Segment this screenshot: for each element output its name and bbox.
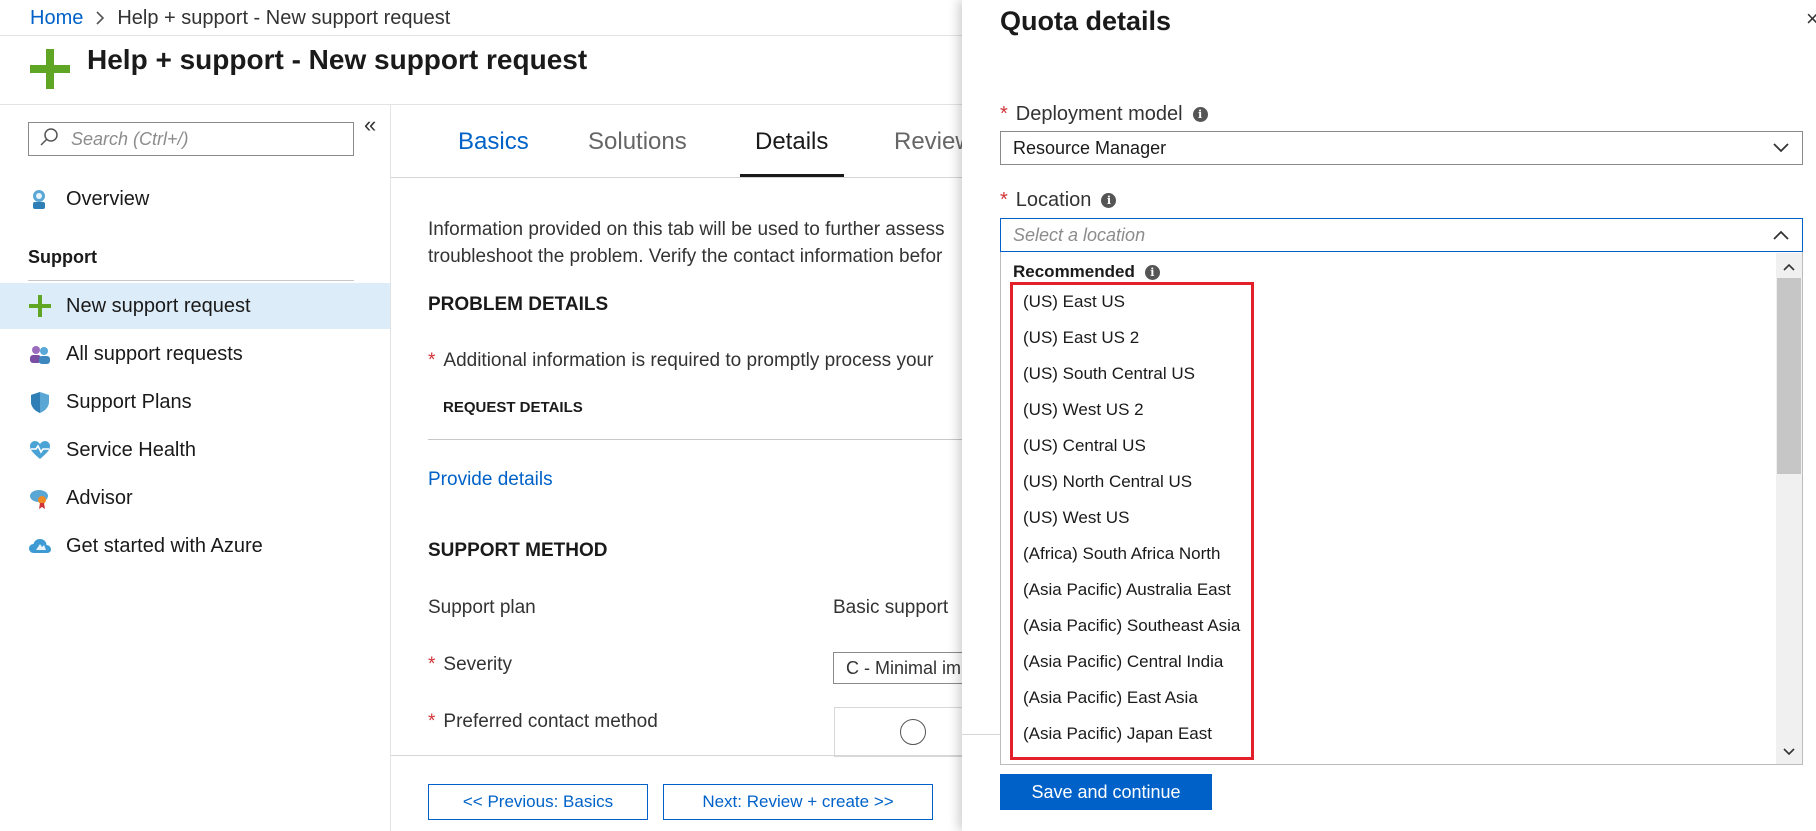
tab-review[interactable]: Review xyxy=(894,128,973,156)
scrollbar-thumb[interactable] xyxy=(1777,278,1801,474)
collapse-sidebar-button[interactable]: « xyxy=(364,112,376,138)
next-review-button[interactable]: Next: Review + create >> xyxy=(663,784,933,820)
problem-details-heading: PROBLEM DETAILS xyxy=(428,294,609,315)
search-input[interactable] xyxy=(71,128,341,150)
sidebar-search[interactable] xyxy=(28,122,354,156)
breadcrumb: Home Help + support - New support reques… xyxy=(30,6,450,30)
sidebar-item-label: Get started with Azure xyxy=(66,534,263,557)
advisor-icon xyxy=(28,486,52,510)
tab-basics[interactable]: Basics xyxy=(458,128,529,156)
sidebar-divider xyxy=(390,104,391,831)
intro-line-1: Information provided on this tab will be… xyxy=(428,219,945,240)
shield-icon xyxy=(28,390,52,414)
info-icon[interactable]: i xyxy=(1192,107,1208,122)
sidebar-item-advisor[interactable]: Advisor xyxy=(0,475,390,521)
chevron-down-icon xyxy=(1772,138,1790,159)
location-select[interactable]: Select a location xyxy=(1000,218,1803,252)
required-asterisk: * xyxy=(428,350,436,371)
tabs-divider xyxy=(391,177,962,178)
tab-details[interactable]: Details xyxy=(755,128,828,156)
sidebar-item-support-plans[interactable]: Support Plans xyxy=(0,379,390,425)
intro-line-2: troubleshoot the problem. Verify the con… xyxy=(428,246,943,267)
scroll-up-icon[interactable] xyxy=(1776,255,1802,279)
severity-label: * Severity xyxy=(428,654,513,675)
plus-icon xyxy=(28,294,52,318)
severity-select[interactable]: C - Minimal im xyxy=(833,652,973,684)
sidebar-item-new-support-request[interactable]: New support request xyxy=(0,283,390,329)
plus-icon xyxy=(28,47,72,91)
sidebar-item-label: Service Health xyxy=(66,438,197,461)
chevron-right-icon xyxy=(95,11,105,25)
save-and-continue-button[interactable]: Save and continue xyxy=(1000,774,1212,810)
intro-text: Information provided on this tab will be… xyxy=(428,216,962,270)
additional-info-text: * Additional information is required to p… xyxy=(428,350,934,371)
breadcrumb-current: Help + support - New support request xyxy=(117,6,451,29)
provide-details-link[interactable]: Provide details xyxy=(428,469,553,491)
support-plan-value: Basic support xyxy=(833,597,949,618)
location-label: * Location i xyxy=(1000,189,1117,212)
breadcrumb-home-link[interactable]: Home xyxy=(30,7,83,30)
sidebar-item-label: New support request xyxy=(66,294,251,317)
panel-footer-divider xyxy=(962,734,1000,735)
sidebar-section-heading: Support xyxy=(28,247,97,267)
contact-method-option[interactable] xyxy=(834,707,964,757)
required-asterisk: * xyxy=(1000,189,1008,211)
top-divider xyxy=(0,35,962,36)
sidebar-item-label: Support Plans xyxy=(66,390,192,413)
required-asterisk: * xyxy=(1000,103,1008,125)
scroll-down-icon[interactable] xyxy=(1776,740,1802,764)
recommended-group-header: Recommended i xyxy=(1013,262,1160,282)
sidebar-item-label: All support requests xyxy=(66,342,243,365)
deployment-model-label: * Deployment model i xyxy=(1000,103,1208,126)
sidebar-item-label: Advisor xyxy=(66,486,133,509)
radio-button[interactable] xyxy=(900,719,926,745)
required-asterisk: * xyxy=(428,654,436,675)
request-details-heading: REQUEST DETAILS xyxy=(443,399,583,416)
page-title: Help + support - New support request xyxy=(87,44,588,75)
support-plan-label: Support plan xyxy=(428,597,536,618)
sidebar-item-get-started[interactable]: Get started with Azure xyxy=(0,523,390,569)
sidebar-item-all-support-requests[interactable]: All support requests xyxy=(0,331,390,377)
sidebar-item-overview[interactable]: Overview xyxy=(0,176,390,222)
people-icon xyxy=(28,342,52,366)
chevron-up-icon xyxy=(1772,225,1790,246)
heart-icon xyxy=(28,438,52,462)
sidebar-item-service-health[interactable]: Service Health xyxy=(0,427,390,473)
search-icon xyxy=(39,127,59,152)
previous-basics-button[interactable]: << Previous: Basics xyxy=(428,784,648,820)
panel-title: Quota details xyxy=(1000,6,1172,36)
tab-solutions[interactable]: Solutions xyxy=(588,128,687,156)
info-icon[interactable]: i xyxy=(1101,193,1117,208)
footer-divider xyxy=(391,755,962,756)
sidebar-section-divider xyxy=(28,280,354,281)
sidebar-item-label: Overview xyxy=(66,187,150,210)
title-divider xyxy=(0,104,962,105)
required-asterisk: * xyxy=(428,711,436,732)
close-icon[interactable]: × xyxy=(1806,6,1816,32)
highlight-annotation-box xyxy=(1010,282,1254,760)
contact-method-label: * Preferred contact method xyxy=(428,711,658,732)
cloud-icon xyxy=(28,534,52,558)
support-method-heading: SUPPORT METHOD xyxy=(428,540,608,561)
info-icon: i xyxy=(1144,264,1160,280)
request-details-divider xyxy=(428,439,962,440)
deployment-model-select[interactable]: Resource Manager xyxy=(1000,131,1803,165)
overview-icon xyxy=(28,187,52,211)
